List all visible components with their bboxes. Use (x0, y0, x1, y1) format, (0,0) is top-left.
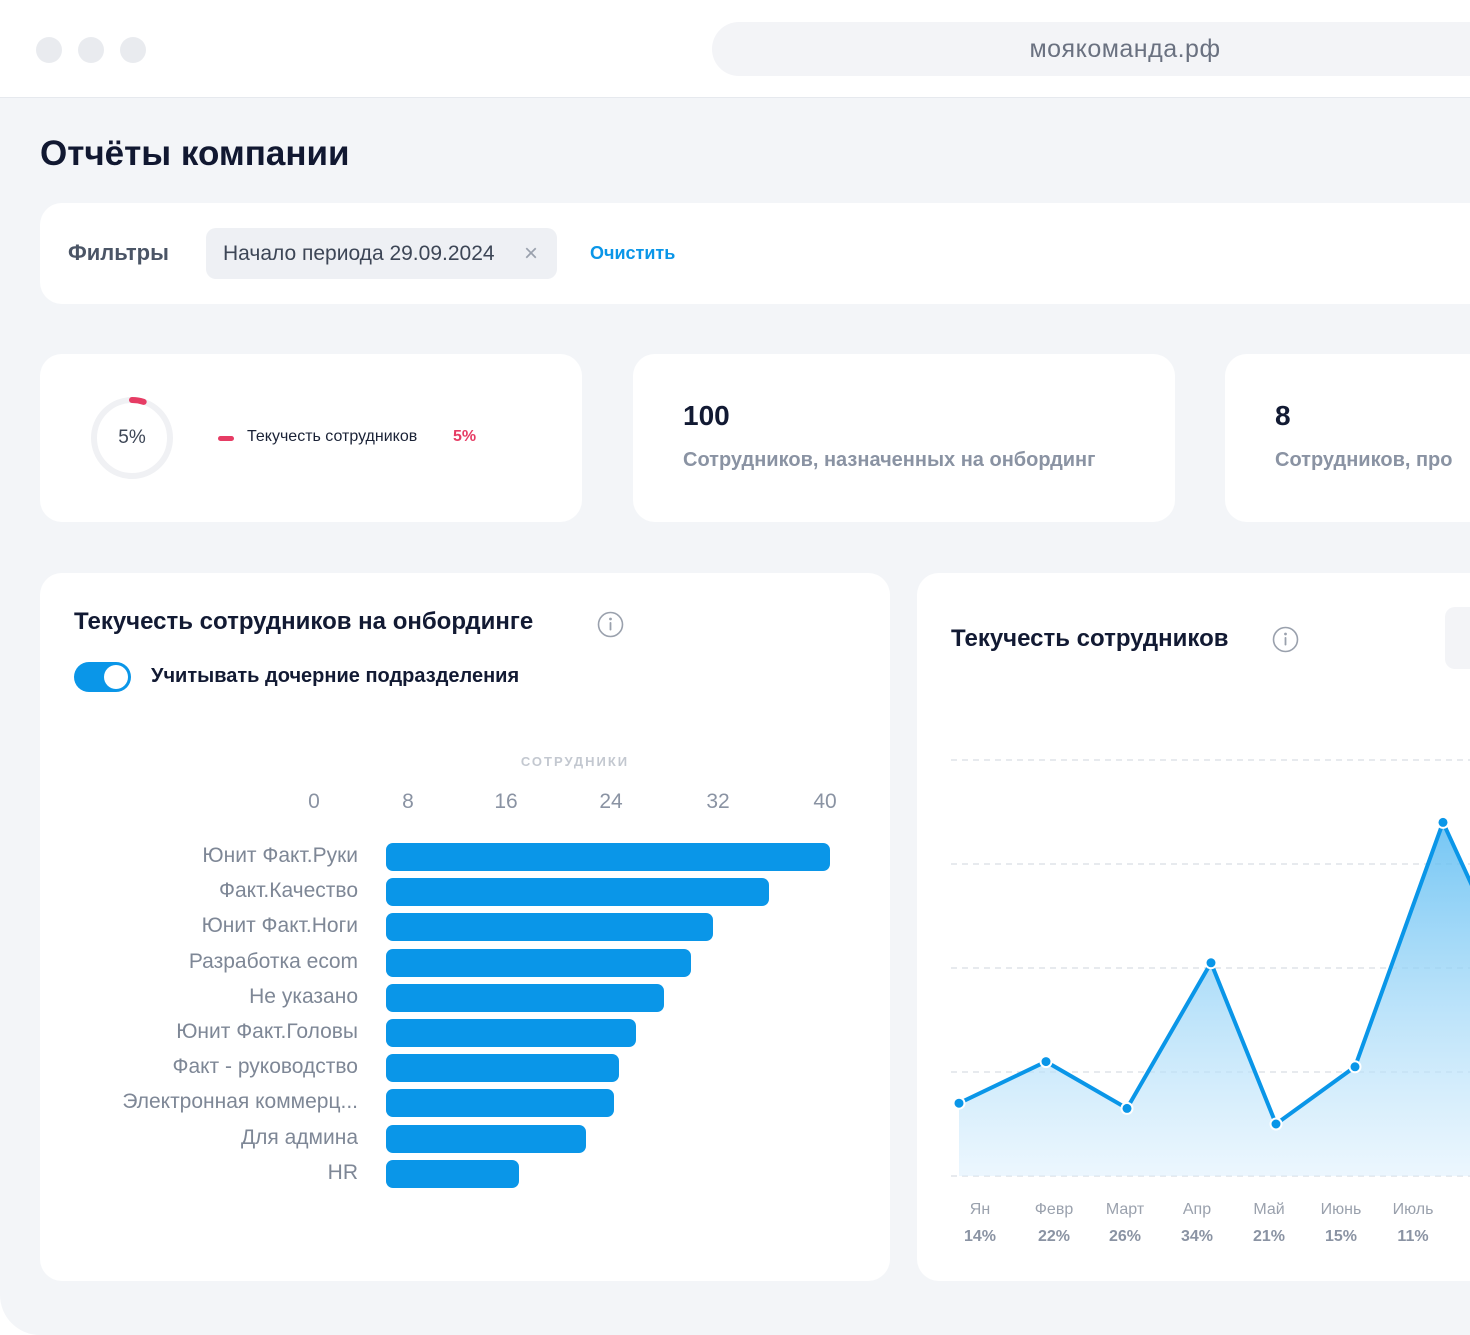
x-tick-label: 16 (494, 790, 518, 813)
x-tick-label: 32 (706, 790, 730, 813)
turnover-chart-card: Текучесть сотрудников Ян 14% Февр 22% Март 26… (917, 573, 1470, 1281)
browser-window: моякоманда.рф Отчёты компании Фильтры На… (0, 0, 1470, 1335)
turnover-stat-card: 5% Текучесть сотрудников 5% (40, 354, 582, 522)
x-tick-label: Апр (1182, 1201, 1212, 1218)
filter-chip-label: Начало периода 29.09.2024 (223, 242, 495, 265)
bar-category-label: Факт - руководство (172, 1055, 358, 1079)
toggle-label: Учитывать дочерние подразделения (151, 665, 520, 687)
address-url: моякоманда.рф (1029, 35, 1221, 63)
x-tick-label: Июль (1392, 1201, 1434, 1218)
value-label: 11% (1397, 1228, 1429, 1245)
bar-category-label: Юнит Факт.Ноги (201, 914, 358, 938)
legend-marker (218, 436, 234, 441)
window-minimize-dot[interactable] (78, 37, 104, 63)
stat-description: Сотрудников, назначенных на онбординг (683, 449, 1096, 471)
x-tick-label: Февр (1034, 1201, 1074, 1218)
bar-category-label: Разработка ecom (188, 949, 358, 973)
info-icon[interactable] (597, 611, 624, 638)
value-label: 22% (1037, 1228, 1071, 1245)
bar[interactable] (386, 1159, 520, 1188)
value-label: 21% (1252, 1228, 1286, 1245)
data-point[interactable] (1436, 815, 1450, 829)
address-bar[interactable]: моякоманда.рф (712, 22, 1470, 76)
bar-category-label: Юнит Факт.Руки (202, 844, 358, 867)
bar-category-label: Для админа (240, 1125, 358, 1149)
bar-category-label: Юнит Факт.Головы (176, 1020, 358, 1043)
close-icon[interactable]: × (524, 240, 538, 268)
filter-chip-period-start[interactable]: Начало периода 29.09.2024 × (206, 228, 557, 279)
filters-label: Фильтры (68, 240, 169, 265)
data-point[interactable] (1039, 1055, 1053, 1069)
toggle-knob (104, 665, 128, 689)
data-point[interactable] (1269, 1117, 1283, 1131)
bar-category-label: Факт.Качество (219, 879, 358, 903)
donut-value: 5% (118, 427, 146, 448)
bar[interactable] (386, 1054, 620, 1083)
bar[interactable] (386, 843, 830, 871)
data-point[interactable] (1204, 956, 1218, 970)
clear-filters-link[interactable]: Очистить (590, 243, 675, 264)
onboarding-assigned-card: 100 Сотрудников, назначенных на онбордин… (633, 354, 1175, 522)
bar[interactable] (386, 1124, 586, 1153)
chart-title: Текучесть сотрудников на онбординге (74, 608, 534, 635)
window-maximize-dot[interactable] (120, 37, 146, 63)
bar[interactable] (386, 913, 714, 942)
x-tick-label: 8 (402, 790, 414, 813)
stat-number: 100 (683, 400, 730, 431)
filters-panel: Фильтры Начало периода 29.09.2024 × Очис… (40, 203, 1470, 304)
bar[interactable] (386, 983, 664, 1012)
value-label: 15% (1324, 1228, 1358, 1245)
value-label: 34% (1180, 1228, 1214, 1245)
browser-titlebar: моякоманда.рф (0, 0, 1470, 98)
bar[interactable] (386, 1089, 614, 1118)
stat-number: 8 (1275, 400, 1291, 431)
onboarding-turnover-chart-card: Текучесть сотрудников на онбординге Учит… (40, 573, 890, 1281)
bar[interactable] (386, 1019, 636, 1047)
bar[interactable] (386, 948, 692, 977)
value-label: 14% (963, 1228, 997, 1245)
bar-category-label: Не указано (249, 984, 358, 1008)
bar-category-label: Электронная коммерц... (122, 1090, 358, 1114)
legend-value: 5% (453, 428, 477, 445)
area-fill (959, 822, 1470, 1176)
turnover-area-chart (951, 759, 1470, 1177)
data-point[interactable] (1120, 1101, 1134, 1115)
data-point[interactable] (952, 1096, 966, 1110)
include-subdivisions-toggle[interactable] (74, 662, 131, 692)
x-axis-title: СОТРУДНИКИ (520, 754, 630, 769)
value-label: 26% (1108, 1228, 1142, 1245)
x-tick-label: 0 (308, 790, 320, 813)
third-stat-card: 8 Сотрудников, про (1225, 354, 1470, 522)
data-point[interactable] (1348, 1060, 1362, 1074)
x-tick-label: Ян (969, 1201, 991, 1218)
x-tick-label: 40 (813, 790, 837, 813)
x-tick-label: Июнь (1320, 1201, 1362, 1218)
bar-category-label: HR (327, 1160, 358, 1184)
page-title: Отчёты компании (40, 134, 350, 173)
x-tick-label: 24 (599, 790, 623, 813)
window-close-dot[interactable] (36, 37, 62, 63)
x-tick-label: Май (1253, 1201, 1285, 1218)
bar[interactable] (386, 878, 769, 907)
x-tick-label: Март (1105, 1201, 1145, 1218)
stat-description: Сотрудников, про (1275, 449, 1453, 471)
legend-label: Текучесть сотрудников (247, 428, 418, 445)
